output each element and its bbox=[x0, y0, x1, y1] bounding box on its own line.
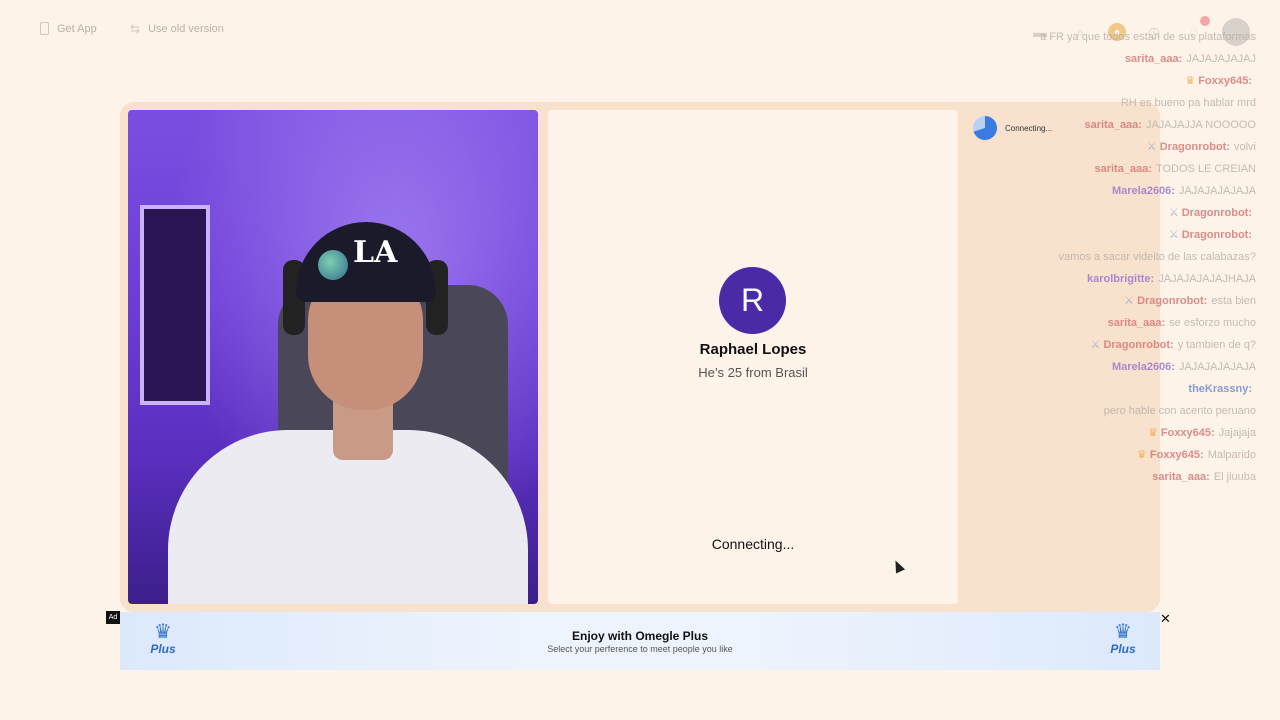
chat-username: Dragonrobot: bbox=[1159, 141, 1230, 153]
sword-badge-icon: ⚔ bbox=[1124, 295, 1138, 307]
chat-text: RH es bueno pa hablar mrd bbox=[1120, 97, 1256, 109]
chat-text: y tambien de q? bbox=[1177, 339, 1256, 351]
chat-username: sarita_aaa: bbox=[1094, 163, 1152, 175]
chat-message: karolbrigitte: JAJAJAJAJAJHAJA bbox=[1026, 268, 1256, 290]
chat-username: Foxxy645: bbox=[1160, 427, 1215, 439]
swap-icon: ⇆ bbox=[130, 22, 141, 36]
chat-text: JAJAJAJJA NOOOOO bbox=[1145, 119, 1256, 131]
chat-text: JAJAJAJAJAJA bbox=[1178, 361, 1256, 373]
use-old-version-link[interactable]: ⇆ Use old version bbox=[130, 22, 224, 36]
chat-text: JAJAJAJAJAJA bbox=[1178, 185, 1256, 197]
mouse-cursor bbox=[890, 558, 906, 574]
chat-text: JAJAJAJAJAJHAJA bbox=[1158, 273, 1256, 285]
chat-username: Dragonrobot: bbox=[1137, 295, 1208, 307]
chat-username: Foxxy645: bbox=[1149, 449, 1204, 461]
cap-globe-patch bbox=[318, 250, 348, 280]
chat-message: ⚔ Dragonrobot: volvi bbox=[1026, 136, 1256, 158]
chat-message: ♛ Foxxy645: Jajajaja bbox=[1026, 422, 1256, 444]
chat-text: a FR ya que todos estan de sus plataform… bbox=[1040, 31, 1256, 43]
stranger-name: Raphael Lopes bbox=[699, 341, 807, 358]
chat-message: theKrassny: bbox=[1026, 378, 1256, 400]
chat-message: ⚔ Dragonrobot: bbox=[1026, 202, 1256, 224]
chat-message: vamos a sacar videito de las calabazas? bbox=[1026, 246, 1257, 268]
notification-badge bbox=[1200, 16, 1210, 26]
chat-username: Dragonrobot: bbox=[1103, 339, 1174, 351]
ad-tag: Ad bbox=[106, 611, 120, 624]
get-app-link[interactable]: Get App bbox=[40, 22, 97, 35]
chat-username: Dragonrobot: bbox=[1181, 229, 1252, 241]
chat-text: pero hable con acento peruano bbox=[1103, 405, 1256, 417]
use-old-version-label: Use old version bbox=[148, 23, 224, 35]
crown-badge-icon: ♛ bbox=[1185, 75, 1199, 87]
ad-title: Enjoy with Omegle Plus bbox=[571, 629, 709, 643]
chat-text: vamos a sacar videito de las calabazas? bbox=[1058, 251, 1257, 263]
chat-text: JAJAJAJAJAJ bbox=[1186, 53, 1256, 65]
chat-text: El jiuuba bbox=[1213, 471, 1256, 483]
chat-text: TODOS LE CREIAN bbox=[1155, 163, 1256, 175]
chat-message: ⚔ Dragonrobot: bbox=[1026, 224, 1256, 246]
chat-message: a FR ya que todos estan de sus plataform… bbox=[1026, 26, 1256, 48]
chat-username: sarita_aaa: bbox=[1152, 471, 1210, 483]
crown-badge-icon: ♛ bbox=[1136, 449, 1150, 461]
chat-message: ⚔ Dragonrobot: y tambien de q? bbox=[1026, 334, 1256, 356]
crown-badge-icon: ♛ bbox=[1147, 427, 1161, 439]
chat-message: ⚔ Dragonrobot: esta bien bbox=[1026, 290, 1256, 312]
plus-logo-right: ♛ Plus bbox=[1100, 622, 1146, 666]
stranger-panel: R Raphael Lopes He’s 25 from Brasil Conn… bbox=[548, 110, 958, 604]
chat-username: sarita_aaa: bbox=[1084, 119, 1142, 131]
chat-username: karolbrigitte: bbox=[1086, 273, 1155, 285]
ad-subtitle: Select your perference to meet people yo… bbox=[547, 644, 733, 654]
chat-message: Marela2606: JAJAJAJAJAJA bbox=[1026, 356, 1256, 378]
door bbox=[140, 205, 210, 405]
phone-icon bbox=[40, 22, 49, 35]
chat-message: Marela2606: JAJAJAJAJAJA bbox=[1026, 180, 1256, 202]
stranger-avatar: R bbox=[719, 267, 786, 334]
get-app-label: Get App bbox=[57, 22, 97, 35]
chat-message: sarita_aaa: JAJAJAJAJAJ bbox=[1026, 48, 1256, 70]
chat-text: se esforzo mucho bbox=[1169, 317, 1256, 329]
chat-message: RH es bueno pa hablar mrd bbox=[1026, 92, 1256, 114]
chat-username: Marela2606: bbox=[1111, 361, 1175, 373]
close-ad-button[interactable]: ✕ bbox=[1160, 611, 1171, 627]
chat-username: Foxxy645: bbox=[1198, 75, 1252, 87]
chat-text: Malparido bbox=[1207, 449, 1256, 461]
chat-message: ♛ Foxxy645: Malparido bbox=[1026, 444, 1256, 466]
chat-message: sarita_aaa: El jiuuba bbox=[1026, 466, 1256, 488]
omegle-plus-ad[interactable]: ♛ Plus Enjoy with Omegle Plus Select you… bbox=[120, 612, 1160, 670]
chat-message: sarita_aaa: JAJAJAJJA NOOOOO bbox=[1026, 114, 1256, 136]
loading-spinner-icon bbox=[973, 116, 997, 140]
chat-message: sarita_aaa: TODOS LE CREIAN bbox=[1026, 158, 1256, 180]
stranger-info: He’s 25 from Brasil bbox=[698, 365, 808, 380]
connecting-status: Connecting... bbox=[711, 536, 795, 552]
stream-chat-overlay: a FR ya que todos estan de sus plataform… bbox=[1026, 26, 1256, 488]
self-video-feed: LA bbox=[128, 110, 538, 604]
plus-logo-text: Plus bbox=[1110, 642, 1136, 656]
crown-icon: ♛ bbox=[1114, 621, 1132, 643]
cap-logo: LA bbox=[353, 235, 398, 270]
chat-username: Dragonrobot: bbox=[1181, 207, 1252, 219]
sword-badge-icon: ⚔ bbox=[1090, 339, 1104, 351]
sword-badge-icon: ⚔ bbox=[1168, 207, 1182, 219]
chat-text: esta bien bbox=[1211, 295, 1256, 307]
chat-text: Jajajaja bbox=[1218, 427, 1256, 439]
chat-text: volvi bbox=[1233, 141, 1256, 153]
chat-username: theKrassny: bbox=[1188, 383, 1252, 395]
chat-message: pero hable con acento peruano bbox=[1026, 400, 1256, 422]
chat-message: ♛ Foxxy645: bbox=[1026, 70, 1256, 92]
sword-badge-icon: ⚔ bbox=[1168, 229, 1182, 241]
chat-message: sarita_aaa: se esforzo mucho bbox=[1026, 312, 1256, 334]
chat-username: sarita_aaa: bbox=[1107, 317, 1166, 329]
sword-badge-icon: ⚔ bbox=[1146, 141, 1160, 153]
chat-username: Marela2606: bbox=[1111, 185, 1175, 197]
chat-username: sarita_aaa: bbox=[1124, 53, 1183, 65]
